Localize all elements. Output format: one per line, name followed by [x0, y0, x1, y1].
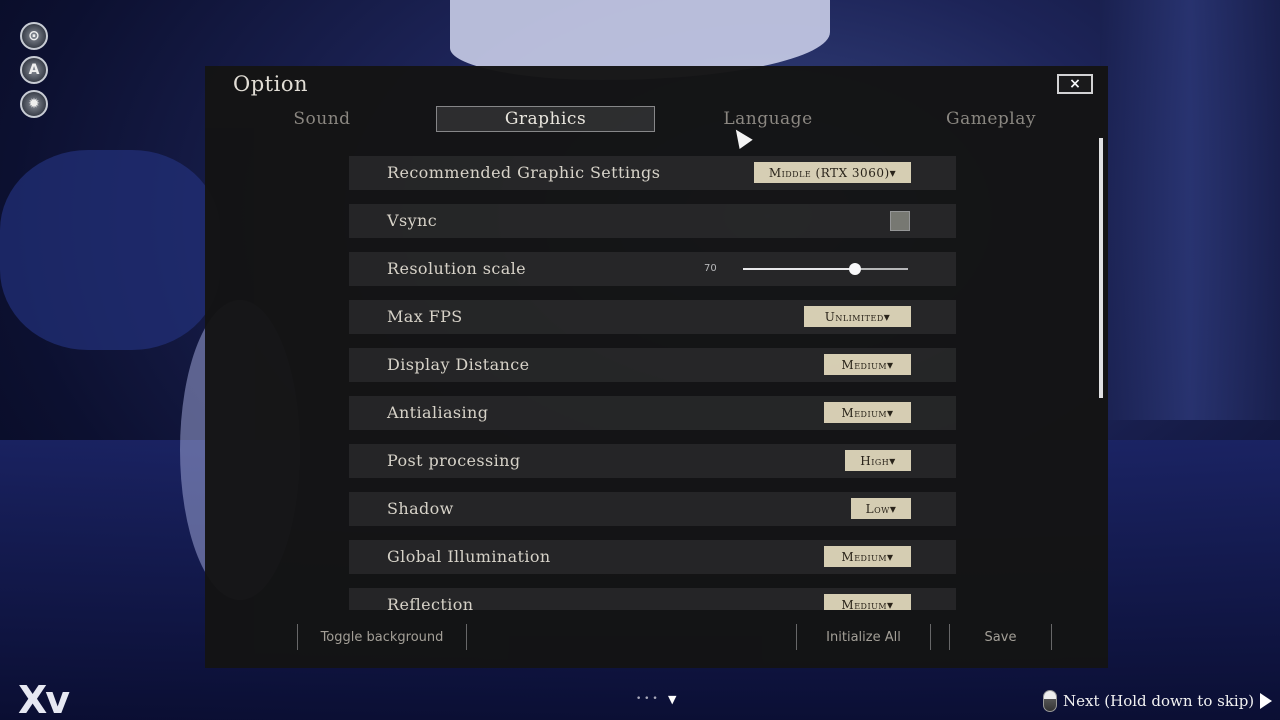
setting-row-post-processing: Post processing High▾: [349, 444, 956, 478]
resolution-scale-slider[interactable]: [743, 263, 908, 275]
setting-label: Reflection: [387, 595, 474, 610]
setting-label: Resolution scale: [387, 259, 527, 278]
setting-row-global-illumination: Global Illumination Medium▾: [349, 540, 956, 574]
tab-graphics[interactable]: Graphics: [436, 106, 655, 132]
next-hint[interactable]: Next (Hold down to skip): [1043, 688, 1273, 714]
reflection-dropdown[interactable]: Medium▾: [824, 594, 911, 610]
tab-gameplay[interactable]: Gameplay: [942, 106, 1040, 132]
toggle-background-button[interactable]: Toggle background: [298, 624, 466, 650]
option-tabs: Sound Graphics Language Gameplay: [205, 106, 1108, 134]
display-distance-dropdown[interactable]: Medium▾: [824, 354, 911, 375]
setting-label: Vsync: [387, 211, 438, 230]
tab-sound[interactable]: Sound: [287, 106, 357, 132]
resolution-scale-value: 70: [704, 263, 717, 274]
initialize-all-button[interactable]: Initialize All: [797, 624, 930, 650]
setting-row-shadow: Shadow Low▾: [349, 492, 956, 526]
vsync-checkbox[interactable]: [890, 211, 910, 231]
setting-row-resolution-scale: Resolution scale 70: [349, 252, 956, 286]
setting-label: Max FPS: [387, 307, 463, 326]
background-scene-couch: [0, 150, 220, 350]
close-icon: ×: [1069, 76, 1081, 92]
dialog-title: Option: [233, 72, 308, 96]
max-fps-dropdown[interactable]: Unlimited▾: [804, 306, 911, 327]
chevron-down-icon[interactable]: ▼: [668, 693, 676, 706]
background-scene-curtain: [1100, 0, 1280, 420]
slider-fill: [743, 268, 855, 270]
setting-label: Post processing: [387, 451, 521, 470]
option-dialog: Option × Sound Graphics Language Gamepla…: [205, 66, 1108, 668]
divider: [1051, 624, 1052, 650]
setting-label: Shadow: [387, 499, 454, 518]
post-processing-dropdown[interactable]: High▾: [845, 450, 911, 471]
tab-language[interactable]: Language: [720, 106, 816, 132]
save-button[interactable]: Save: [950, 624, 1051, 650]
setting-label: Recommended Graphic Settings: [387, 163, 661, 182]
mouse-icon: [1043, 690, 1057, 712]
divider: [930, 624, 931, 650]
setting-row-max-fps: Max FPS Unlimited▾: [349, 300, 956, 334]
play-icon: [1260, 693, 1273, 709]
setting-row-reflection: Reflection Medium▾: [349, 588, 956, 610]
recommended-settings-dropdown[interactable]: Middle (RTX 3060)▾: [754, 162, 911, 183]
antialiasing-dropdown[interactable]: Medium▾: [824, 402, 911, 423]
setting-row-recommended: Recommended Graphic Settings Middle (RTX…: [349, 156, 956, 190]
divider: [466, 624, 467, 650]
gamepad-icon[interactable]: ⊙: [20, 22, 48, 50]
slider-thumb[interactable]: [849, 263, 861, 275]
next-hint-label: Next (Hold down to skip): [1063, 692, 1255, 710]
close-button[interactable]: ×: [1057, 74, 1093, 94]
setting-row-antialiasing: Antialiasing Medium▾: [349, 396, 956, 430]
dialog-footer: Toggle background Initialize All Save: [205, 624, 1108, 650]
setting-row-vsync: Vsync: [349, 204, 956, 238]
setting-label: Global Illumination: [387, 547, 551, 566]
side-quick-menu: ⊙ A ✹: [20, 22, 48, 118]
setting-label: Antialiasing: [387, 403, 489, 422]
setting-row-display-distance: Display Distance Medium▾: [349, 348, 956, 382]
settings-scrollbar[interactable]: [1099, 138, 1103, 398]
graphics-settings-list: Recommended Graphic Settings Middle (RTX…: [349, 156, 956, 610]
settings-gear-icon[interactable]: ✹: [20, 90, 48, 118]
page-indicator-dots: • • •: [636, 694, 658, 704]
setting-label: Display Distance: [387, 355, 530, 374]
game-logo: Xv: [18, 678, 70, 720]
auto-icon[interactable]: A: [20, 56, 48, 84]
global-illumination-dropdown[interactable]: Medium▾: [824, 546, 911, 567]
shadow-dropdown[interactable]: Low▾: [851, 498, 911, 519]
